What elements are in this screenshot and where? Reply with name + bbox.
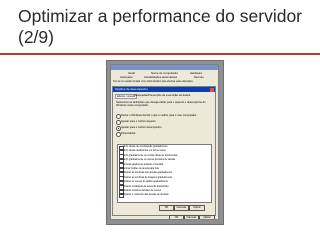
outer-ok-button[interactable]: OK — [169, 215, 184, 219]
apply-button[interactable]: Aplicar — [189, 205, 205, 211]
outer-apply-button[interactable]: Aplicar — [199, 215, 215, 219]
admin-note: Tem de ter sessão iniciada como Administ… — [113, 81, 194, 83]
tab-prevencao[interactable]: Prevenção de execução de dados — [148, 94, 190, 97]
tab-avancadas[interactable]: Avançadas — [134, 94, 148, 97]
list-item[interactable]: Mostrar o conteúdo das janelas ao arrast… — [118, 193, 211, 199]
performance-options-titlebar: Opções de desempenho — [113, 87, 215, 92]
tab-actualizacoes[interactable]: Actualizações automáticas — [144, 76, 177, 79]
cancel-button[interactable]: Cancelar — [174, 205, 189, 211]
tab-remoto[interactable]: Remoto — [194, 76, 204, 79]
outer-cancel-button[interactable]: Cancelar — [184, 215, 199, 219]
visual-effects-list[interactable]: Abrir caixas de combinação gradualmente … — [117, 144, 212, 203]
slide-title: Optimizar a performance do servidor (2/9… — [18, 6, 302, 47]
dialog-description: Seleccione as definições que deseja util… — [116, 101, 206, 108]
screenshot-frame: Geral Nome do computador Hardware Avança… — [106, 60, 224, 225]
ok-button[interactable]: OK — [159, 205, 174, 211]
option-custom: Personalizar: — [121, 132, 137, 135]
system-properties-window: Geral Nome do computador Hardware Avança… — [110, 64, 219, 220]
option-best-performance: Ajustar para o melhor desempenho — [121, 126, 162, 129]
option-best-appearance: Ajustar para o melhor aspecto — [121, 120, 156, 123]
title-rule — [0, 53, 320, 55]
system-properties-titlebar — [111, 65, 218, 70]
tab-avancado[interactable]: Avançado — [120, 76, 132, 79]
performance-options-dialog: Opções de desempenho Efeitos visuais Ava… — [112, 86, 216, 216]
option-windows-decide: Deixar o Windows decidir o que é melhor … — [121, 114, 197, 117]
close-icon[interactable] — [210, 87, 214, 92]
dialog-title: Opções de desempenho — [115, 87, 148, 91]
